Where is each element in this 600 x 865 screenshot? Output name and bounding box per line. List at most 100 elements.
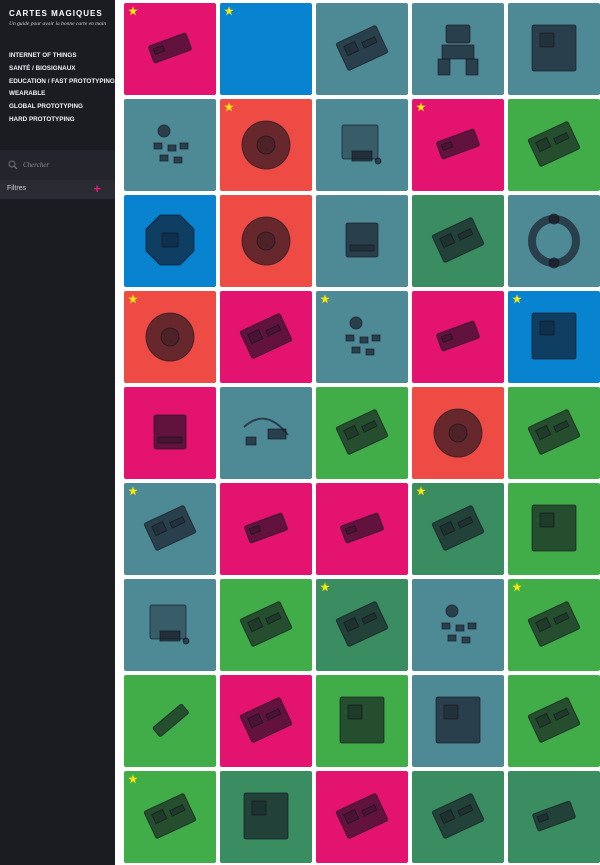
board-tile[interactable]	[316, 579, 408, 671]
board-image	[243, 792, 289, 840]
star-icon	[416, 486, 426, 496]
board-image	[148, 32, 192, 64]
star-icon	[224, 6, 234, 16]
board-image	[149, 604, 190, 645]
board-image	[435, 696, 481, 744]
board-tile[interactable]	[220, 579, 312, 671]
board-tile[interactable]	[412, 771, 504, 863]
star-icon	[128, 294, 138, 304]
board-tile[interactable]	[508, 3, 600, 95]
board-tile[interactable]	[508, 99, 600, 191]
nav-item-global-prototyping[interactable]: GLOBAL PROTOTYPING	[9, 101, 115, 114]
board-tile[interactable]	[508, 483, 600, 575]
nav-item-education-fast-prototyping[interactable]: EDUCATION / FAST PROTOTYPING	[9, 76, 115, 89]
filters-toggle[interactable]: Filtres +	[0, 180, 115, 199]
board-image	[431, 505, 485, 551]
board-image	[335, 793, 389, 839]
board-image	[153, 414, 187, 450]
board-tile[interactable]	[412, 195, 504, 287]
board-tile[interactable]	[508, 195, 600, 287]
board-image	[341, 124, 382, 165]
search-bar	[0, 150, 115, 180]
board-tile[interactable]	[508, 771, 600, 863]
board-grid	[124, 3, 600, 863]
board-image	[531, 504, 577, 552]
board-tile[interactable]	[124, 387, 216, 479]
board-image	[527, 697, 581, 743]
board-tile[interactable]	[220, 771, 312, 863]
nav-item-sante-biosignaux[interactable]: SANTÉ / BIOSIGNAUX	[9, 63, 115, 76]
board-image	[528, 213, 580, 269]
board-image	[527, 601, 581, 647]
board-image	[244, 512, 288, 544]
board-tile[interactable]	[220, 99, 312, 191]
board-tile[interactable]	[316, 483, 408, 575]
board-tile[interactable]	[124, 483, 216, 575]
board-tile[interactable]	[124, 771, 216, 863]
star-icon	[320, 582, 330, 592]
sidebar: CARTES MAGIQUES Un guide pour avoir la b…	[0, 0, 115, 865]
board-tile[interactable]	[316, 675, 408, 767]
board-tile[interactable]	[508, 387, 600, 479]
board-image	[431, 793, 485, 839]
board-tile[interactable]	[316, 291, 408, 383]
board-tile[interactable]	[412, 387, 504, 479]
board-tile[interactable]	[124, 195, 216, 287]
board-tile[interactable]	[412, 99, 504, 191]
board-tile[interactable]	[220, 291, 312, 383]
board-image	[241, 120, 291, 170]
star-icon	[416, 102, 426, 112]
board-tile[interactable]	[316, 387, 408, 479]
board-tile[interactable]	[124, 99, 216, 191]
board-image	[433, 408, 483, 458]
nav-item-hard-prototyping[interactable]: HARD PROTOTYPING	[9, 114, 115, 127]
board-tile[interactable]	[316, 99, 408, 191]
board-tile[interactable]	[508, 291, 600, 383]
board-tile[interactable]	[220, 675, 312, 767]
app-subtitle: Un guide pour avoir la bonne carte en ma…	[9, 21, 107, 27]
board-tile[interactable]	[220, 387, 312, 479]
star-icon	[224, 102, 234, 112]
board-image	[531, 24, 577, 72]
board-image	[431, 217, 485, 263]
star-icon	[512, 582, 522, 592]
filters-label: Filtres	[7, 185, 27, 192]
app-title[interactable]: CARTES MAGIQUES	[9, 9, 103, 18]
board-tile[interactable]	[220, 483, 312, 575]
board-tile[interactable]	[412, 291, 504, 383]
board-tile[interactable]	[220, 3, 312, 95]
search-input[interactable]	[23, 158, 108, 172]
board-image	[143, 505, 197, 551]
board-tile[interactable]	[124, 675, 216, 767]
category-nav: INTERNET OF THINGS SANTÉ / BIOSIGNAUX ED…	[9, 50, 115, 127]
board-tile[interactable]	[412, 675, 504, 767]
board-tile[interactable]	[412, 483, 504, 575]
board-image	[345, 222, 379, 258]
board-tile[interactable]	[316, 3, 408, 95]
board-tile[interactable]	[508, 579, 600, 671]
board-image	[527, 409, 581, 455]
board-tile[interactable]	[220, 195, 312, 287]
board-tile[interactable]	[508, 675, 600, 767]
nav-item-internet-of-things[interactable]: INTERNET OF THINGS	[9, 50, 115, 63]
board-image	[145, 214, 195, 266]
plus-icon[interactable]: +	[93, 182, 101, 195]
board-tile[interactable]	[412, 579, 504, 671]
board-tile[interactable]	[316, 771, 408, 863]
star-icon	[512, 294, 522, 304]
board-tile[interactable]	[124, 579, 216, 671]
board-image	[436, 320, 480, 352]
board-tile[interactable]	[412, 3, 504, 95]
board-image	[143, 793, 197, 839]
star-icon	[128, 774, 138, 784]
board-image	[527, 121, 581, 167]
star-icon	[128, 486, 138, 496]
board-image	[335, 601, 389, 647]
board-tile[interactable]	[124, 3, 216, 95]
star-icon	[320, 294, 330, 304]
board-image	[239, 697, 293, 743]
board-tile[interactable]	[124, 291, 216, 383]
nav-item-wearable[interactable]: WEARABLE	[9, 88, 115, 101]
search-icon[interactable]	[8, 160, 18, 170]
board-tile[interactable]	[316, 195, 408, 287]
